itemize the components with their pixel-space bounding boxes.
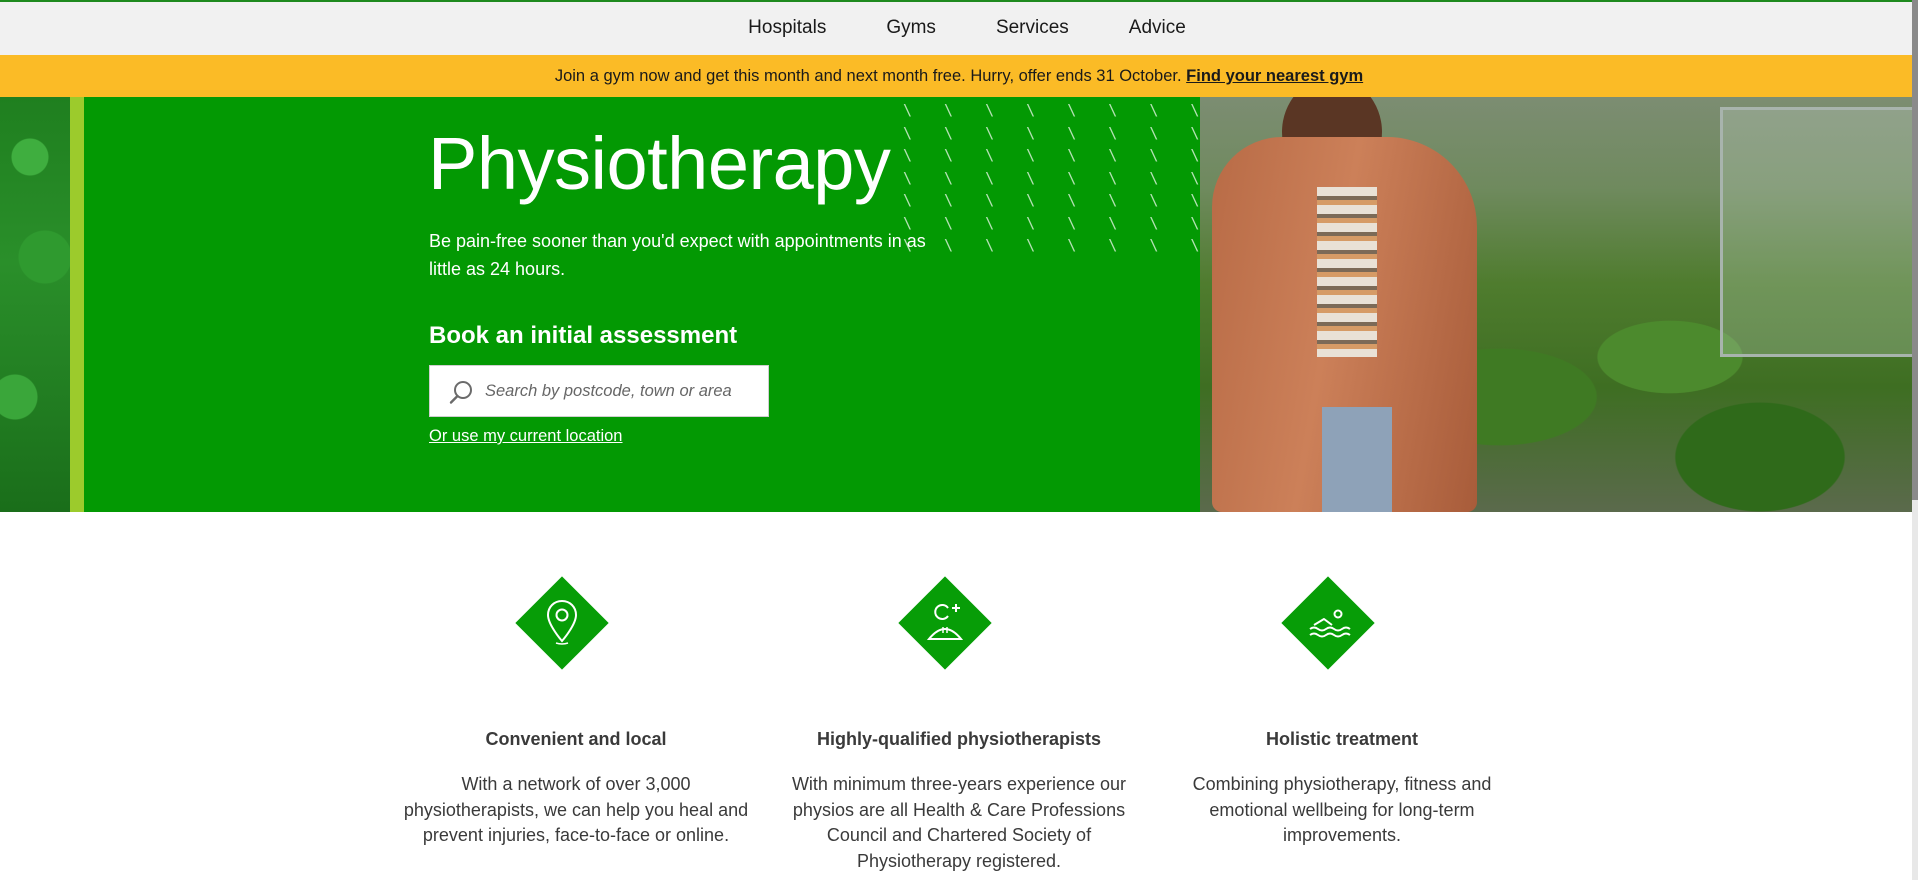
- map-pin-icon: [546, 599, 578, 645]
- scrollbar-thumb[interactable]: [1912, 0, 1918, 500]
- add-person-icon: [926, 604, 964, 640]
- promo-banner: Join a gym now and get this month and ne…: [0, 55, 1918, 97]
- features-section: Convenient and local With a network of o…: [0, 512, 1918, 880]
- promo-text: Join a gym now and get this month and ne…: [554, 67, 1182, 85]
- hero-accent-stripe: [70, 97, 84, 512]
- nav-item-advice[interactable]: Advice: [1099, 14, 1216, 42]
- feature-title: Convenient and local: [485, 729, 667, 749]
- feature-title: Holistic treatment: [1265, 729, 1419, 749]
- current-location-link[interactable]: Or use my current location: [429, 427, 623, 446]
- hero-banner: \ \ \ \ \ \ \ \ \ \ \ \ \ \ \ \ \ \ \ \ …: [0, 97, 1918, 512]
- decorative-pattern: \ \ \ \ \ \ \ \ \ \ \ \ \ \ \ \ \ \ \ \ …: [903, 101, 1446, 254]
- feature-title: Highly-qualified physiotherapists: [816, 729, 1102, 749]
- hero-subtitle: Be pain-free sooner than you'd expect wi…: [429, 231, 926, 279]
- feature-text: Combining physiotherapy, fitness and emo…: [1192, 774, 1492, 845]
- nav-item-gyms[interactable]: Gyms: [856, 14, 966, 42]
- greenhouse-image: [1720, 107, 1918, 357]
- nav-item-services[interactable]: Services: [966, 14, 1099, 42]
- feature-text: With a network of over 3,000 physiothera…: [403, 774, 749, 845]
- hero-left-image: [0, 97, 70, 512]
- location-search[interactable]: [429, 365, 769, 417]
- search-input[interactable]: [485, 366, 765, 416]
- page-scrollbar[interactable]: [1912, 0, 1918, 880]
- top-navigation: Hospitals Gyms Services Advice: [0, 0, 1918, 55]
- find-gym-link[interactable]: Find your nearest gym: [1186, 67, 1363, 85]
- page-title: Physiotherapy: [428, 122, 891, 205]
- search-icon: [449, 381, 472, 404]
- hero-person-image: [1212, 97, 1482, 512]
- feature-text: With minimum three-years experience our …: [791, 774, 1127, 871]
- swimmer-icon: [1309, 609, 1351, 638]
- nav-links: Hospitals Gyms Services Advice: [0, 14, 1918, 42]
- book-heading: Book an initial assessment: [429, 322, 738, 349]
- nav-item-hospitals[interactable]: Hospitals: [718, 14, 856, 42]
